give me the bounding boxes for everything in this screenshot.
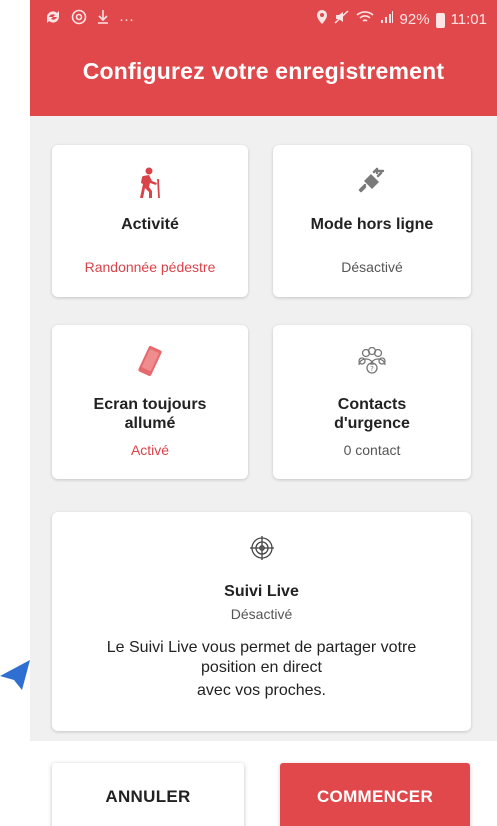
live-title: Suivi Live (224, 583, 299, 600)
location-icon (316, 9, 328, 30)
contacts-title-line1: Contacts (337, 396, 407, 413)
arrow-icon (0, 660, 30, 690)
mute-icon (334, 9, 350, 30)
sync-icon (44, 9, 62, 30)
live-tracking-card[interactable]: Suivi Live Désactivé Le Suivi Live vous … (52, 512, 471, 731)
wifi-icon (355, 10, 374, 29)
target-icon (52, 535, 471, 561)
emergency-contacts-card[interactable]: ? Contacts d'urgence 0 contact (273, 325, 471, 479)
screen-always-on-card[interactable]: Ecran toujours allumé Activé (52, 325, 248, 479)
battery-icon (435, 13, 445, 28)
at-icon (71, 9, 87, 30)
contacts-title-line2: d'urgence (334, 415, 410, 432)
offline-mode-title: Mode hors ligne (310, 216, 434, 233)
battery-percent: 92% (399, 11, 430, 28)
cancel-button[interactable]: ANNULER (52, 763, 244, 826)
settings-grid: Activité Randonnée pédestre Mode hors li… (30, 116, 497, 741)
screen: ··· 92% 11:01 Configurez votre enregistr… (0, 0, 497, 826)
app-header: ··· 92% 11:01 Configurez votre enregistr… (30, 0, 497, 116)
activity-card[interactable]: Activité Randonnée pédestre (52, 145, 248, 297)
live-value: Désactivé (230, 606, 293, 622)
screen-value: Activé (130, 442, 170, 458)
signal-icon (380, 10, 394, 29)
start-button[interactable]: COMMENCER (280, 763, 470, 826)
phone-icon (52, 345, 248, 379)
plug-icon (273, 167, 471, 195)
activity-value: Randonnée pédestre (84, 259, 216, 275)
footer-actions: ANNULER COMMENCER (30, 741, 497, 826)
more-icon: ··· (119, 10, 134, 28)
clock-time: 11:01 (450, 11, 487, 28)
download-icon (96, 9, 110, 30)
live-description-line3: avec vos proches. (197, 682, 326, 699)
live-description-line2: position en direct (201, 659, 322, 676)
svg-text:?: ? (370, 365, 374, 373)
offline-mode-card[interactable]: Mode hors ligne Désactivé (273, 145, 471, 297)
live-description-line1: Le Suivi Live vous permet de partager vo… (106, 639, 417, 656)
activity-title: Activité (121, 216, 179, 233)
screen-title-line1: Ecran toujours (93, 396, 207, 413)
contacts-group-icon: ? (273, 347, 471, 377)
page-title: Configurez votre enregistrement (82, 58, 445, 84)
screen-title-line2: allumé (124, 415, 176, 432)
contacts-value: 0 contact (343, 442, 401, 458)
offline-mode-value: Désactivé (341, 259, 403, 275)
status-bar: ··· 92% 11:01 (30, 0, 497, 36)
hiker-icon (52, 167, 248, 199)
